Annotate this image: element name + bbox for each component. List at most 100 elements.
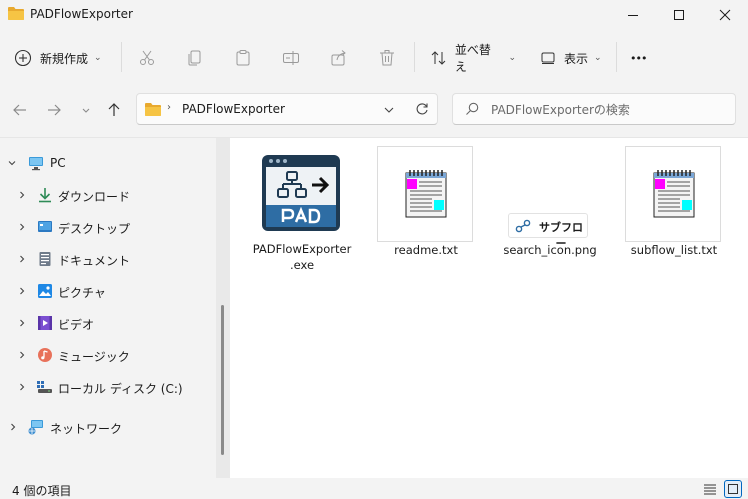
- rename-icon: [283, 51, 299, 65]
- notepad-icon: [652, 169, 696, 219]
- toolbar-separator: [414, 42, 415, 72]
- file-name: subflow_list.txt: [630, 243, 718, 257]
- drive-icon: [37, 379, 53, 395]
- pc-icon: [28, 155, 44, 171]
- videos-icon: [37, 315, 53, 331]
- address-dropdown-button[interactable]: [383, 104, 395, 116]
- details-view-button[interactable]: [703, 483, 717, 495]
- maximize-icon: [674, 10, 684, 20]
- chevron-down-icon: ⌄: [594, 53, 602, 63]
- close-button[interactable]: [702, 0, 748, 30]
- chevron-right-icon[interactable]: [17, 350, 27, 360]
- arrow-left-icon: [13, 104, 26, 116]
- file-thumbnail: [377, 146, 473, 242]
- file-list: PADFlowExporter .exe readme.txt サブフロー se…: [230, 138, 748, 478]
- chevron-right-icon[interactable]: [17, 382, 27, 392]
- arrow-up-icon: [108, 103, 120, 116]
- minimize-button[interactable]: [610, 0, 656, 30]
- refresh-icon: [416, 103, 428, 115]
- forward-button[interactable]: [46, 102, 62, 118]
- breadcrumb-path[interactable]: PADFlowExporter: [182, 102, 285, 116]
- window-title: PADFlowExporter: [30, 7, 133, 21]
- refresh-button[interactable]: [415, 102, 429, 116]
- view-label: 表示: [564, 51, 589, 66]
- chevron-right-icon[interactable]: [17, 318, 27, 328]
- delete-button[interactable]: [378, 42, 400, 74]
- chevron-right-icon[interactable]: [17, 222, 27, 232]
- close-icon: [719, 9, 731, 21]
- chevron-down-icon: [384, 107, 394, 113]
- sidebar-item-label: ネットワーク: [50, 422, 123, 436]
- chevron-right-icon[interactable]: [17, 190, 27, 200]
- search-box[interactable]: [452, 93, 736, 125]
- up-button[interactable]: [106, 102, 122, 118]
- chevron-down-icon: ⌄: [508, 53, 516, 63]
- sidebar-item-music[interactable]: ミュージック: [0, 341, 212, 369]
- share-button[interactable]: [330, 42, 352, 74]
- link-icon: [515, 219, 531, 233]
- sidebar-item-label: ミュージック: [58, 350, 130, 364]
- sidebar-scrollbar-thumb[interactable]: [221, 305, 224, 455]
- sidebar-item-label: ローカル ディスク (C:): [58, 382, 183, 396]
- share-icon: [331, 50, 346, 66]
- sidebar-item-pictures[interactable]: ピクチャ: [0, 277, 212, 305]
- sidebar-item-network[interactable]: ネットワーク: [0, 413, 212, 441]
- pad-app-icon: [261, 154, 341, 232]
- pictures-icon: [37, 283, 53, 299]
- documents-icon: [37, 251, 53, 267]
- sidebar-item-label: ダウンロード: [58, 190, 131, 204]
- new-button[interactable]: 新規作成 ⌄: [14, 42, 108, 74]
- file-item[interactable]: PADFlowExporter .exe: [252, 152, 352, 277]
- more-button[interactable]: •••: [630, 42, 656, 74]
- arrow-right-icon: [48, 104, 61, 116]
- item-count: 4 個の項目: [12, 484, 72, 498]
- recent-locations-button[interactable]: [80, 104, 92, 116]
- sidebar-item-local-disk[interactable]: ローカル ディスク (C:): [0, 373, 212, 401]
- chevron-right-icon[interactable]: [8, 422, 18, 432]
- sidebar-item-videos[interactable]: ビデオ: [0, 309, 212, 337]
- file-name-extension: .exe: [289, 258, 315, 272]
- search-icon: [465, 102, 479, 116]
- new-label: 新規作成: [40, 51, 89, 66]
- sidebar-item-desktop[interactable]: デスクトップ: [0, 213, 212, 241]
- list-view-icon: [704, 484, 716, 495]
- paste-button[interactable]: [234, 42, 256, 74]
- chevron-right-icon[interactable]: [17, 254, 27, 264]
- plus-circle-icon: [14, 49, 32, 67]
- address-bar[interactable]: › PADFlowExporter: [136, 93, 438, 125]
- chevron-down-icon: ⌄: [94, 53, 102, 63]
- file-item[interactable]: readme.txt: [376, 146, 476, 258]
- sidebar-item-documents[interactable]: ドキュメント: [0, 245, 212, 273]
- sidebar-item-pc[interactable]: PC: [0, 149, 212, 177]
- copy-button[interactable]: [186, 42, 208, 74]
- file-item[interactable]: subflow_list.txt: [624, 146, 724, 258]
- sidebar-item-label: PC: [50, 156, 66, 170]
- view-button[interactable]: 表示 ⌄: [540, 42, 606, 74]
- folder-icon: [8, 6, 24, 20]
- file-thumbnail: [625, 146, 721, 242]
- chevron-right-icon[interactable]: [17, 286, 27, 296]
- desktop-icon: [37, 219, 53, 235]
- sidebar-item-label: デスクトップ: [58, 222, 131, 236]
- chevron-down-icon: [82, 108, 90, 113]
- folder-icon: [145, 102, 161, 116]
- trash-icon: [380, 50, 394, 66]
- sidebar-item-label: ドキュメント: [58, 254, 131, 268]
- view-icon: [541, 52, 555, 64]
- file-name: PADFlowExporter: [252, 242, 352, 256]
- sort-label: 並べ替え: [454, 43, 491, 74]
- copy-icon: [188, 50, 201, 66]
- file-item[interactable]: サブフロー search_icon.png: [500, 146, 600, 258]
- chevron-down-icon[interactable]: [7, 158, 17, 168]
- rename-button[interactable]: [282, 42, 304, 74]
- back-button[interactable]: [12, 102, 28, 118]
- minimize-icon: [628, 15, 638, 16]
- search-input[interactable]: [489, 100, 723, 120]
- maximize-button[interactable]: [656, 0, 702, 30]
- toolbar-separator: [616, 42, 617, 72]
- network-icon: [28, 419, 44, 435]
- sort-button[interactable]: 並べ替え ⌄: [430, 42, 516, 74]
- sidebar-item-downloads[interactable]: ダウンロード: [0, 181, 212, 209]
- cut-button[interactable]: [138, 42, 160, 74]
- large-icons-view-button[interactable]: [724, 480, 742, 498]
